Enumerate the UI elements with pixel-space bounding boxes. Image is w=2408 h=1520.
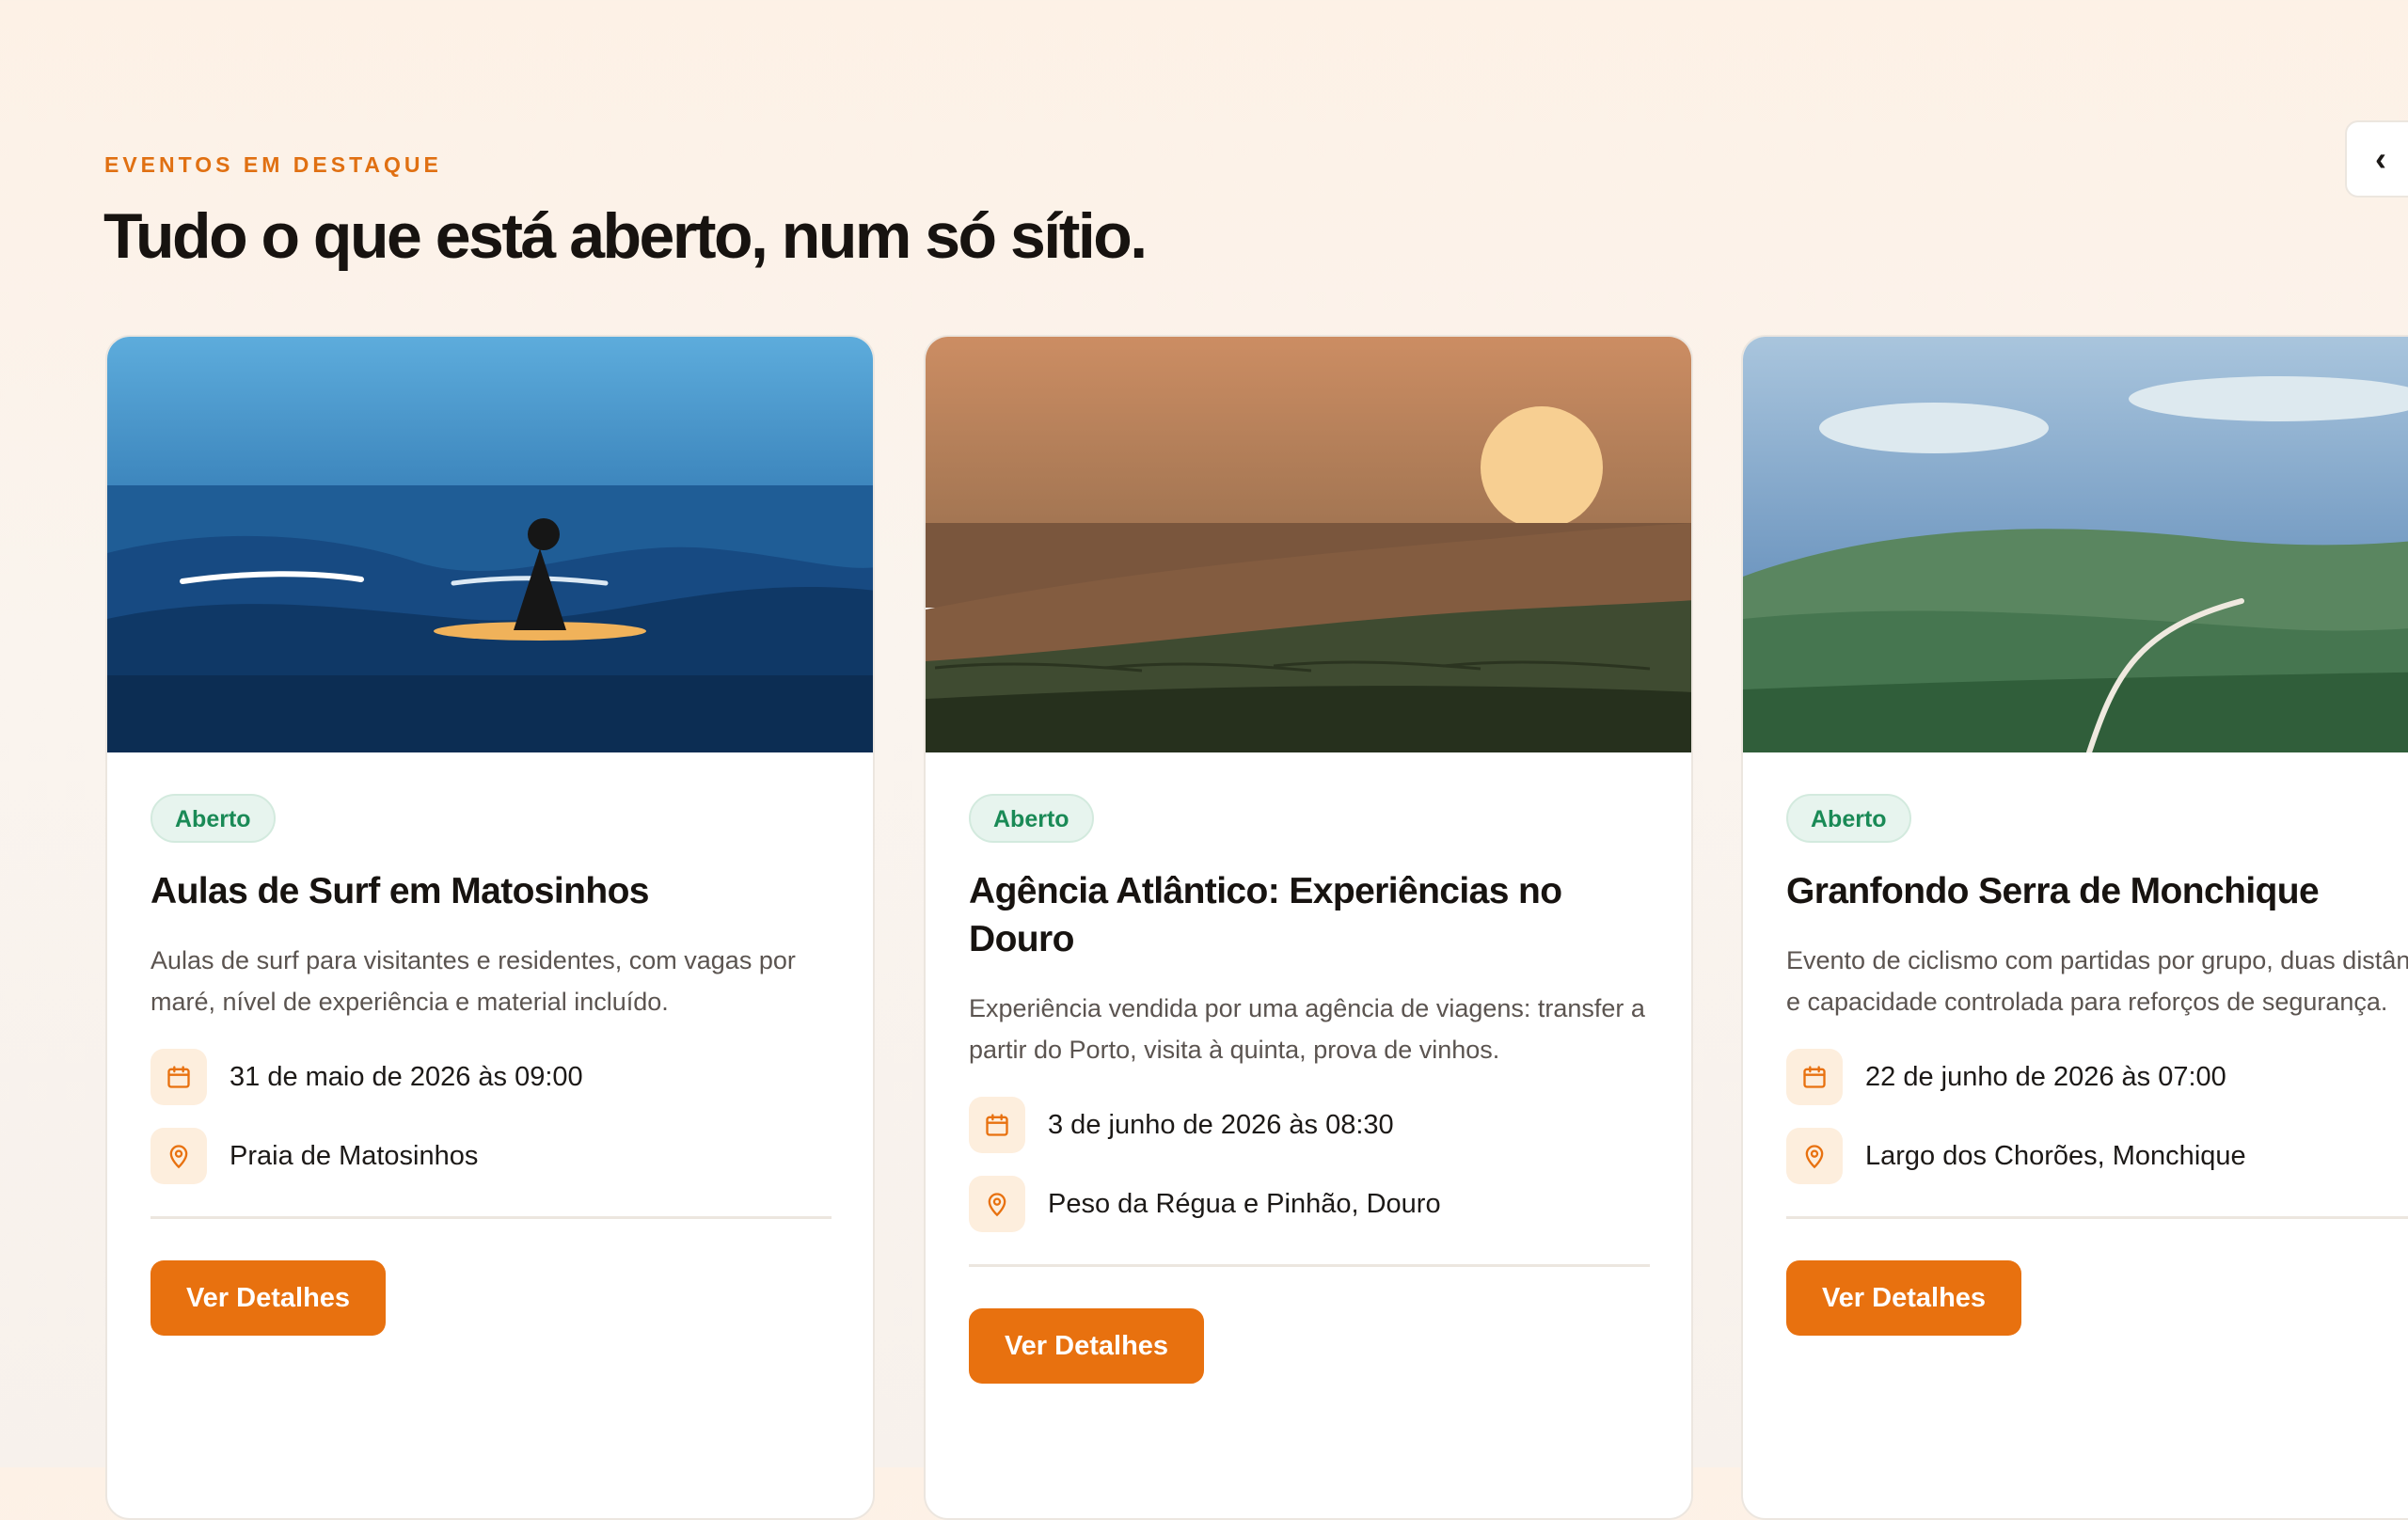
status-badge: Aberto — [150, 794, 276, 843]
event-location: Largo dos Chorões, Monchique — [1865, 1140, 2246, 1171]
event-description: Experiência vendida por uma agência de v… — [969, 994, 1645, 1064]
event-location-row: Largo dos Chorões, Monchique — [1786, 1128, 2408, 1184]
status-badge: Aberto — [969, 794, 1094, 843]
event-date-row: 3 de junho de 2026 às 08:30 — [969, 1097, 1648, 1153]
card-divider — [1786, 1216, 2408, 1219]
event-title: Agência Atlântico: Experiências no Douro — [969, 871, 1562, 959]
event-date-row: 22 de junho de 2026 às 07:00 — [1786, 1049, 2408, 1105]
map-pin-icon — [969, 1176, 1025, 1232]
surfer-illustration — [107, 337, 873, 752]
event-location-row: Peso da Régua e Pinhão, Douro — [969, 1176, 1648, 1232]
calendar-icon — [1786, 1049, 1843, 1105]
event-card: Aberto Aulas de Surf em Matosinhos Aulas… — [105, 335, 875, 1520]
event-card: Aberto Agência Atlântico: Experiências n… — [924, 335, 1693, 1520]
view-details-button[interactable]: Ver Detalhes — [150, 1260, 386, 1336]
view-details-button[interactable]: Ver Detalhes — [969, 1308, 1204, 1384]
event-date-row: 31 de maio de 2026 às 09:00 — [150, 1049, 830, 1105]
event-location: Peso da Régua e Pinhão, Douro — [1048, 1188, 1441, 1219]
event-date: 3 de junho de 2026 às 08:30 — [1048, 1109, 1394, 1140]
status-badge: Aberto — [1786, 794, 1911, 843]
card-divider — [150, 1216, 832, 1219]
event-description: Aulas de surf para visitantes e resident… — [150, 946, 796, 1016]
view-details-button[interactable]: Ver Detalhes — [1786, 1260, 2021, 1336]
chevron-left-icon: ‹ — [2375, 139, 2386, 178]
event-title: Granfondo Serra de Monchique — [1786, 871, 2320, 911]
event-location: Praia de Matosinhos — [230, 1140, 479, 1171]
event-date: 31 de maio de 2026 às 09:00 — [230, 1061, 583, 1092]
event-card: Aberto Granfondo Serra de Monchique Even… — [1741, 335, 2408, 1520]
card-divider — [969, 1264, 1650, 1267]
section-eyebrow: EVENTOS EM DESTAQUE — [104, 152, 442, 177]
event-title: Aulas de Surf em Matosinhos — [150, 871, 650, 911]
calendar-icon — [969, 1097, 1025, 1153]
featured-events-section: EVENTOS EM DESTAQUE Tudo o que está aber… — [0, 0, 2408, 1520]
event-date: 22 de junho de 2026 às 07:00 — [1865, 1061, 2226, 1092]
mountain-road-illustration — [1743, 337, 2408, 752]
douro-sunset-illustration — [926, 337, 1691, 752]
carousel-prev-button[interactable]: ‹ — [2345, 120, 2408, 198]
event-location-row: Praia de Matosinhos — [150, 1128, 830, 1184]
map-pin-icon — [1786, 1128, 1843, 1184]
section-heading: Tudo o que está aberto, num só sítio. — [103, 200, 1148, 272]
event-description: Evento de ciclismo com partidas por grup… — [1786, 946, 2408, 1016]
calendar-icon — [150, 1049, 207, 1105]
map-pin-icon — [150, 1128, 207, 1184]
